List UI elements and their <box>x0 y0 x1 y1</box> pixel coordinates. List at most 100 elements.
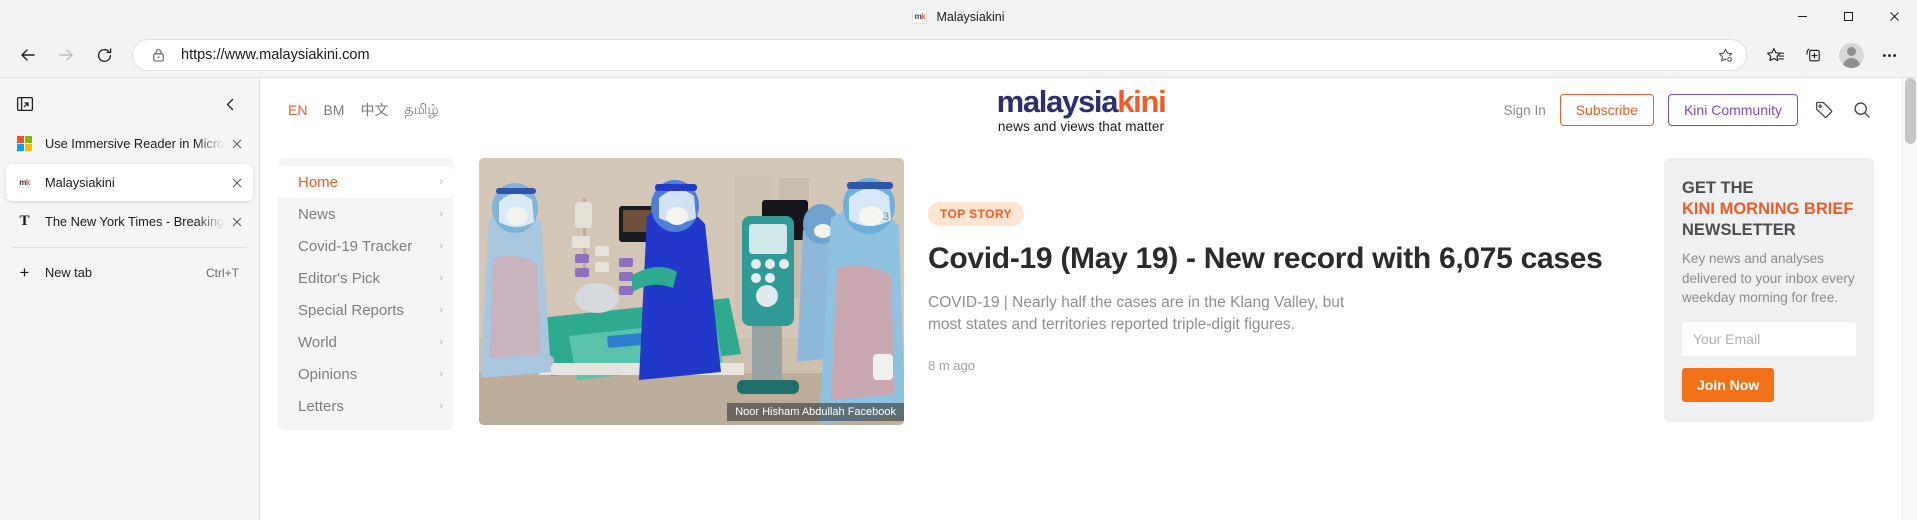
tab-close-icon[interactable] <box>225 210 249 234</box>
mk-favicon-icon: mk <box>19 177 30 187</box>
story-summary: COVID-19 | Nearly half the cases are in … <box>928 293 1345 333</box>
nav-item-label: Letters <box>298 397 344 415</box>
malaysiakini-page: EN BM 中文 தமிழ் malaysiakini news and vie… <box>260 78 1902 520</box>
nav-item-label: Home <box>298 173 339 191</box>
lang-bm[interactable]: BM <box>323 102 344 118</box>
story-text-block: TOP STORY Covid-19 (May 19) - New record… <box>928 158 1640 430</box>
window-title-group: mk Malaysiakini <box>0 9 1917 24</box>
close-button[interactable] <box>1871 0 1917 33</box>
newsletter-email-input[interactable] <box>1682 322 1856 357</box>
nav-item-special-reports[interactable]: Special Reports › <box>278 294 453 326</box>
profile-avatar[interactable] <box>1833 39 1869 71</box>
site-header: EN BM 中文 தமிழ் malaysiakini news and vie… <box>260 78 1902 142</box>
sign-in-link[interactable]: Sign In <box>1504 103 1546 118</box>
nav-item-news[interactable]: News › <box>278 198 453 230</box>
newsletter-heading-line1: GET THE <box>1682 179 1754 197</box>
nav-item-label: Editor's Pick <box>298 269 381 287</box>
back-icon[interactable] <box>10 39 46 71</box>
newsletter-description: Key news and analyses delivered to your … <box>1682 251 1855 306</box>
address-bar[interactable]: https://www.malaysiakini.com <box>132 39 1747 71</box>
top-story-badge: TOP STORY <box>928 202 1024 226</box>
logo-tagline: news and views that matter <box>997 119 1165 135</box>
refresh-icon[interactable] <box>86 39 122 71</box>
nav-item-letters[interactable]: Letters › <box>278 390 453 422</box>
chevron-right-icon: › <box>439 304 443 316</box>
lock-icon <box>147 48 169 62</box>
kini-community-button[interactable]: Kini Community <box>1667 94 1798 126</box>
nav-item-opinions[interactable]: Opinions › <box>278 358 453 390</box>
url-text: https://www.malaysiakini.com <box>181 47 370 63</box>
nav-item-label: Special Reports <box>298 301 404 319</box>
browser-toolbar: https://www.malaysiakini.com <box>0 33 1917 77</box>
nav-item-world[interactable]: World › <box>278 326 453 358</box>
tab-actions-icon[interactable] <box>10 89 40 119</box>
tab-item-malaysiakini[interactable]: mk Malaysiakini <box>6 164 253 201</box>
story-image-caption: Noor Hisham Abdullah Facebook <box>727 403 904 421</box>
nav-item-label: World <box>298 333 337 351</box>
chevron-right-icon: › <box>439 272 443 284</box>
plus-icon: + <box>19 262 30 282</box>
site-section-nav: Home › News › Covid-19 Tracker › Editor'… <box>278 158 453 430</box>
nav-item-editors-pick[interactable]: Editor's Pick › <box>278 262 453 294</box>
story-hero-image[interactable]: 3 Noor Hisham Abdullah Facebook <box>479 158 904 425</box>
window-controls <box>1779 0 1917 33</box>
svg-text:3: 3 <box>883 211 889 223</box>
toolbar-right-actions <box>1757 39 1907 71</box>
newsletter-signup-box: GET THE KINI MORNING BRIEF NEWSLETTER Ke… <box>1664 158 1874 423</box>
tab-close-icon[interactable] <box>225 171 249 195</box>
subscribe-button[interactable]: Subscribe <box>1559 94 1654 126</box>
new-tab-label: New tab <box>45 265 92 280</box>
page-scrollbar[interactable] <box>1902 78 1917 520</box>
collections-icon[interactable] <box>1795 39 1831 71</box>
lang-ta[interactable]: தமிழ் <box>404 101 438 120</box>
favorites-icon[interactable] <box>1757 39 1793 71</box>
address-bar-actions <box>1710 41 1740 69</box>
tab-title: Malaysiakini <box>45 175 115 190</box>
tab-title: Use Immersive Reader in Microso <box>45 136 225 151</box>
logo-part-kini: kini <box>1117 83 1167 119</box>
language-switcher: EN BM 中文 தமிழ் <box>288 100 439 120</box>
page-viewport: EN BM 中文 தமிழ் malaysiakini news and vie… <box>259 77 1917 520</box>
tab-item-nytimes[interactable]: T The New York Times - Breaking N <box>6 203 253 240</box>
nav-item-label: Opinions <box>298 365 358 383</box>
chevron-right-icon: › <box>439 208 443 220</box>
star-plus-icon[interactable] <box>1710 41 1740 69</box>
chevron-right-icon: › <box>439 176 443 188</box>
collapse-sidebar-icon[interactable] <box>215 89 245 119</box>
nav-item-label: Covid-19 Tracker <box>298 237 413 255</box>
vertical-tabs-header <box>0 84 259 124</box>
newsletter-heading-line3: NEWSLETTER <box>1682 221 1796 240</box>
new-tab-button[interactable]: + New tab Ctrl+T <box>6 254 253 291</box>
forward-icon[interactable] <box>48 39 84 71</box>
tag-icon[interactable] <box>1812 98 1836 122</box>
minimize-button[interactable] <box>1779 0 1825 33</box>
top-story: 3 Noor Hisham Abdullah Facebook TOP STOR… <box>453 158 1874 430</box>
lang-en[interactable]: EN <box>288 102 307 118</box>
search-icon[interactable] <box>1850 98 1874 122</box>
window-title: Malaysiakini <box>936 9 1005 24</box>
new-tab-shortcut: Ctrl+T <box>206 265 239 280</box>
chevron-right-icon: › <box>439 368 443 380</box>
tabs-divider <box>12 247 247 248</box>
tab-item-immersive-reader[interactable]: Use Immersive Reader in Microso <box>6 125 253 162</box>
nav-item-home[interactable]: Home › <box>278 166 453 198</box>
settings-ellipsis-icon[interactable] <box>1871 39 1907 71</box>
story-timestamp: 8 m ago <box>928 357 975 373</box>
site-header-actions: Sign In Subscribe Kini Community <box>1504 94 1874 126</box>
lang-zh[interactable]: 中文 <box>360 100 388 120</box>
newsletter-join-button[interactable]: Join Now <box>1682 368 1775 403</box>
newsletter-heading: GET THE KINI MORNING BRIEF NEWSLETTER <box>1682 178 1856 241</box>
vertical-tabs-panel: Use Immersive Reader in Microso mk Malay… <box>0 77 259 520</box>
nav-item-label: News <box>298 205 336 223</box>
tab-close-icon[interactable] <box>225 132 249 156</box>
logo-part-malaysia: malaysia <box>996 83 1119 119</box>
nyt-favicon-icon: T <box>19 213 30 229</box>
story-headline[interactable]: Covid-19 (May 19) - New record with 6,07… <box>928 240 1640 278</box>
page-content: Home › News › Covid-19 Tracker › Editor'… <box>260 142 1902 430</box>
mk-favicon-icon: mk <box>912 9 928 24</box>
nav-item-covid-19-tracker[interactable]: Covid-19 Tracker › <box>278 230 453 262</box>
maximize-button[interactable] <box>1825 0 1871 33</box>
newsletter-heading-line2: KINI MORNING BRIEF <box>1682 200 1854 219</box>
window-titlebar: mk Malaysiakini <box>0 0 1917 33</box>
scrollbar-thumb[interactable] <box>1905 78 1916 144</box>
